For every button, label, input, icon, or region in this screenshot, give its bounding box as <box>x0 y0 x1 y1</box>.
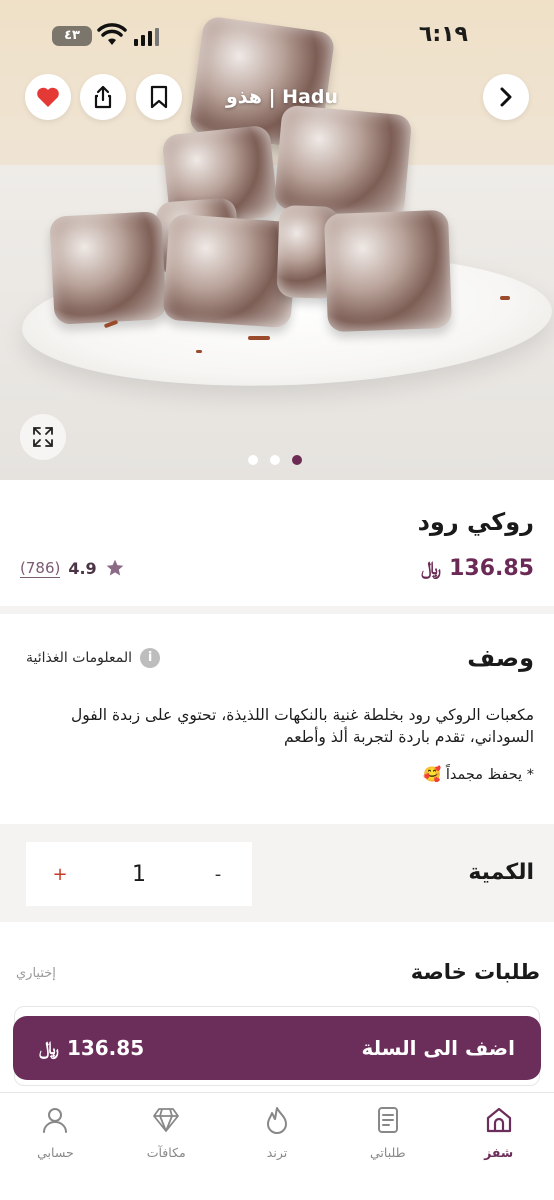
product-name: روكي رود <box>417 508 534 536</box>
tab-orders[interactable]: طلباتي <box>332 1093 443 1200</box>
signal-icon <box>134 28 159 46</box>
expand-icon <box>33 427 53 447</box>
tab-label: ترند <box>266 1145 288 1160</box>
special-requests-title: طلبات خاصة <box>410 960 540 984</box>
carousel-dots <box>248 455 302 465</box>
bottom-tab-bar: شفز طلباتي ترند مكافآت حسابي <box>0 1092 554 1200</box>
orders-icon <box>377 1107 398 1133</box>
rating-score: 4.9 <box>68 558 97 578</box>
favorite-button[interactable] <box>25 74 71 120</box>
carousel-dot[interactable] <box>270 455 280 465</box>
share-icon <box>94 85 112 109</box>
info-icon: i <box>140 648 161 668</box>
add-to-cart-label: اضف الى السلة <box>361 1036 515 1060</box>
increase-quantity-button[interactable]: + <box>48 864 72 885</box>
optional-label: إختياري <box>16 966 56 981</box>
tab-rewards[interactable]: مكافآت <box>111 1093 222 1200</box>
rating[interactable]: (786) 4.9 <box>20 558 125 578</box>
cart-price: ﷼ 136.85 <box>39 1036 144 1060</box>
wifi-icon <box>97 23 127 45</box>
rewards-diamond-icon <box>153 1108 180 1132</box>
store-name[interactable]: هذو | Hadu <box>226 86 338 108</box>
bookmark-button[interactable] <box>136 74 182 120</box>
status-bar: ٦:١٩ ٤٣ <box>0 0 554 70</box>
tab-label: طلباتي <box>370 1145 406 1160</box>
product-price: ﷼ 136.85 <box>421 556 534 581</box>
quantity-stepper: + 1 - <box>26 842 252 906</box>
bookmark-icon <box>150 85 168 109</box>
quantity-title: الكمية <box>468 860 534 885</box>
currency-icon: ﷼ <box>39 1037 59 1059</box>
rating-count[interactable]: (786) <box>20 559 61 578</box>
home-icon <box>486 1107 511 1133</box>
nutrition-info-link[interactable]: المعلومات الغذائية i <box>26 648 161 668</box>
crumb <box>196 350 202 353</box>
nutrition-label[interactable]: المعلومات الغذائية <box>26 650 132 666</box>
tab-account[interactable]: حسابي <box>0 1093 111 1200</box>
cart-price-value: 136.85 <box>66 1036 145 1060</box>
quantity-section: الكمية + 1 - <box>0 824 554 922</box>
status-time: ٦:١٩ <box>418 22 468 47</box>
storage-note: * يحفظ مجمداً 🥰 <box>423 767 534 783</box>
tab-trend[interactable]: ترند <box>222 1093 333 1200</box>
crumb <box>248 336 270 340</box>
cube-image <box>323 209 453 333</box>
cube-image <box>273 104 413 220</box>
price-value: 136.85 <box>449 556 534 581</box>
account-icon <box>43 1108 68 1133</box>
carousel-dot[interactable] <box>248 455 258 465</box>
trend-flame-icon <box>267 1107 288 1134</box>
battery-icon: ٤٣ <box>52 26 92 46</box>
tab-home[interactable]: شفز <box>443 1093 554 1200</box>
product-screen: ٦:١٩ ٤٣ هذو | Hadu روكي رود ﷼ 136.85 (78… <box>0 0 554 1200</box>
tab-label: مكافآت <box>146 1145 186 1160</box>
expand-image-button[interactable] <box>20 414 66 460</box>
description-title: وصف <box>467 644 534 672</box>
product-info: روكي رود ﷼ 136.85 (786) 4.9 <box>0 480 554 606</box>
cube-image <box>49 211 167 325</box>
tab-label: حسابي <box>37 1145 74 1160</box>
carousel-dot-active[interactable] <box>292 455 302 465</box>
currency-icon: ﷼ <box>421 558 442 579</box>
star-icon <box>106 559 124 576</box>
product-image-carousel[interactable]: ٦:١٩ ٤٣ هذو | Hadu <box>0 0 554 480</box>
decrease-quantity-button[interactable]: - <box>206 864 230 885</box>
back-button[interactable] <box>483 74 529 120</box>
quantity-value: 1 <box>132 861 146 887</box>
heart-icon <box>37 87 59 107</box>
description-text: مكعبات الروكي رود بخلطة غنية بالنكهات ال… <box>70 706 534 746</box>
tab-label: شفز <box>484 1145 514 1160</box>
add-to-cart-button[interactable]: ﷼ 136.85 اضف الى السلة <box>13 1016 541 1080</box>
chevron-right-icon <box>500 87 512 107</box>
share-button[interactable] <box>80 74 126 120</box>
description-section: وصف المعلومات الغذائية i مكعبات الروكي ر… <box>0 614 554 824</box>
crumb <box>500 296 510 300</box>
